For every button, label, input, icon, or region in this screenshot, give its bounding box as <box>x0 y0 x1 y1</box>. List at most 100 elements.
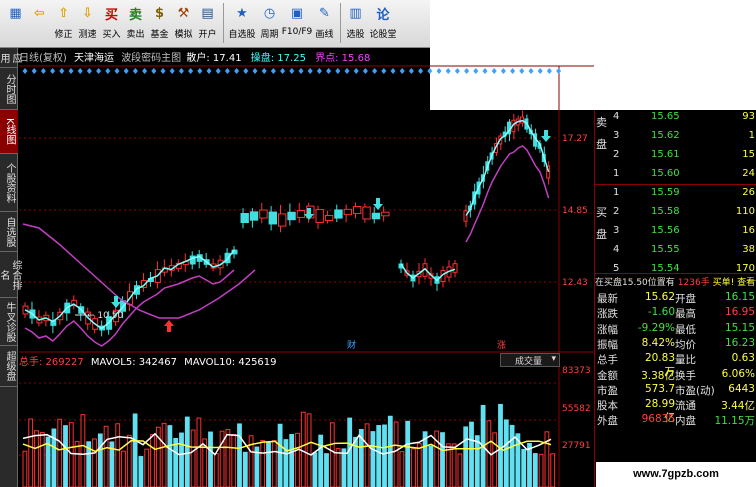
toolbar-button-simulate[interactable]: ⚒ 模拟 <box>172 3 195 47</box>
buy-arrow-icon <box>164 320 174 332</box>
left-tab-7[interactable]: 超级盘 <box>0 346 18 387</box>
sell-row[interactable]: 4 15.65 93 <box>595 110 756 125</box>
left-tab-3[interactable]: 个股资料 <box>0 154 18 212</box>
volume-bar <box>22 450 28 487</box>
candle-body <box>463 210 468 222</box>
buy-row[interactable]: 4 15.55 38 <box>595 243 756 258</box>
buy-row[interactable]: 1 15.59 26 <box>595 186 756 201</box>
toolbar-button-stock-pick[interactable]: ▥ 选股 <box>344 3 367 47</box>
signal-marker <box>114 68 120 74</box>
volume-bar <box>405 420 411 487</box>
toolbar-button-f10[interactable]: ▣ F10/F9 <box>282 3 313 47</box>
left-tab-0[interactable]: 应用 <box>0 48 21 68</box>
volume-bar <box>457 453 463 487</box>
stat-key: 量比 <box>675 354 696 367</box>
volume-axis-label: 83373 <box>562 366 591 376</box>
order-price: 15.62 <box>651 130 680 141</box>
signal-marker <box>546 68 552 74</box>
toolbar-button-sell[interactable]: 卖卖出 <box>124 3 147 47</box>
toolbar-button-fund[interactable]: $ 基金 <box>148 3 171 47</box>
signal-marker <box>408 68 414 74</box>
sell-side-label: 卖盘 <box>596 116 607 151</box>
left-tab-6[interactable]: 牛叉诊股 <box>0 298 18 346</box>
buy-icon: 买 <box>104 7 118 23</box>
order-volume: 15 <box>742 149 755 160</box>
order-price: 15.61 <box>651 149 680 160</box>
volume-bar <box>451 443 457 487</box>
signal-marker <box>215 68 221 74</box>
stat-key: 总手 <box>597 354 618 367</box>
volume-bar <box>492 432 498 487</box>
volume-bar <box>161 422 167 487</box>
toolbar-button-watchlist[interactable]: ★ 自选股 <box>227 3 257 47</box>
notice-link[interactable]: 买单! 查看详细 <box>713 278 756 288</box>
indicator-dropdown-label: 成交量 <box>515 357 543 367</box>
sell-row[interactable]: 2 15.61 15 <box>595 148 756 163</box>
volume-bar <box>521 448 527 487</box>
left-tab-5[interactable]: 综合排名 <box>0 252 21 298</box>
simulate-icon: ⚒ <box>177 5 190 21</box>
big-order-notice[interactable]: 在买盘15.50位置有1236手买单! 查看详细 <box>595 275 756 289</box>
toolbar-button-period[interactable]: ◷ 周期 <box>258 3 281 47</box>
toolbar-button-grid[interactable]: ▦ <box>4 3 27 47</box>
volume-bar <box>63 425 68 487</box>
toolbar-button-forum[interactable]: 论论股堂 <box>368 3 398 47</box>
volume-bar <box>121 450 126 487</box>
left-tab-4[interactable]: 自选股 <box>0 212 18 252</box>
volume-bar <box>416 443 422 487</box>
volume-bar <box>190 429 196 487</box>
candle-body <box>520 116 525 124</box>
kline-chart[interactable]: 17.27 14.85 12.43 83373 55582 27791 ← 10.50 财 涨 <box>19 48 594 487</box>
candle-body <box>371 212 381 220</box>
volume-bar <box>295 432 300 487</box>
order-volume: 110 <box>735 206 755 217</box>
period-label[interactable]: 日线(复权) <box>19 53 67 64</box>
volume-bar <box>538 453 544 487</box>
stat-key: 开盘 <box>675 293 696 305</box>
candle-body <box>296 210 306 218</box>
signal-marker <box>243 68 249 74</box>
indicator-dropdown[interactable]: 成交量 ▾ <box>500 353 560 367</box>
volume-bar <box>399 451 405 487</box>
open-account-icon: ▤ <box>201 5 214 21</box>
toolbar-button-draw-line[interactable]: ✎ 画线 <box>313 3 336 47</box>
stat-key: 内盘 <box>675 415 696 428</box>
signal-marker <box>316 68 322 74</box>
signal-marker <box>31 68 37 74</box>
volume-bar <box>318 434 324 487</box>
volume-bar <box>225 428 231 487</box>
sell-row[interactable]: 3 15.62 1 <box>595 129 756 144</box>
left-tab-1[interactable]: 分时图 <box>0 68 18 110</box>
toolbar-button-buy[interactable]: 买买入 <box>100 3 123 47</box>
candle-body <box>343 208 352 216</box>
toolbar-button-back-arrow[interactable]: ⇦ <box>28 3 51 47</box>
toolbar-separator <box>340 3 341 43</box>
candle-body <box>452 263 458 273</box>
volume-bar <box>242 451 248 487</box>
signal-marker <box>142 68 148 74</box>
stat-key: 最低 <box>675 323 696 336</box>
toolbar-button-open-account[interactable]: ▤ 开户 <box>196 3 219 47</box>
stat-value: 6443 <box>728 382 755 395</box>
stat-value: -1.60 <box>647 306 675 319</box>
signal-marker <box>86 68 92 74</box>
signal-marker <box>445 68 451 74</box>
signal-marker <box>482 68 488 74</box>
volume-bar <box>370 431 376 487</box>
volume-bar <box>103 425 109 487</box>
volume-bar <box>196 417 202 487</box>
volume-bar <box>509 424 515 487</box>
buy-row[interactable]: 3 15.56 16 <box>595 224 756 239</box>
candle-body <box>249 211 259 221</box>
volume-bar <box>463 426 469 487</box>
toolbar-button-label: 开户 <box>198 30 217 40</box>
buy-row[interactable]: 2 15.58 110 <box>595 205 756 220</box>
sell-row[interactable]: 1 15.60 24 <box>595 167 756 182</box>
volume-bar <box>376 425 382 487</box>
order-volume: 16 <box>742 225 755 236</box>
stat-value: 3.38亿 <box>641 369 675 382</box>
left-tab-2[interactable]: K线图 <box>0 110 18 154</box>
signal-marker <box>77 68 83 74</box>
toolbar-button-down-arrow[interactable]: ⇩ 测速 <box>76 3 99 47</box>
toolbar-button-up-arrow[interactable]: ⇧ 修正 <box>52 3 75 47</box>
